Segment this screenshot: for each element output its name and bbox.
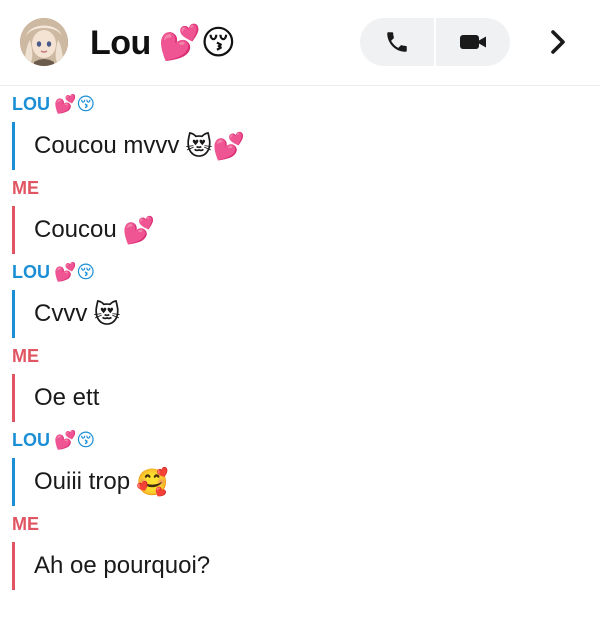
- contact-name[interactable]: Lou 💕😚: [90, 19, 236, 67]
- sender-label: ME: [0, 512, 600, 536]
- message-group: ME Coucou 💕: [0, 176, 600, 254]
- message-text: Ouiii trop: [34, 468, 131, 495]
- video-call-button[interactable]: [434, 18, 510, 66]
- message-text: Coucou mvvv: [34, 132, 180, 159]
- message-emoji: 💕: [122, 215, 156, 245]
- message-list: LOU 💕😚 Coucou mvvv 😻💕 ME Coucou 💕 LOU 💕😚…: [0, 92, 600, 596]
- message-bubble[interactable]: Ah oe pourquoi?: [12, 542, 600, 590]
- sender-name: ME: [12, 346, 39, 366]
- message-emoji: 🥰: [136, 467, 169, 497]
- message-bubble[interactable]: Cvvv 😻: [12, 290, 600, 338]
- message-emoji: 😻💕: [185, 131, 245, 161]
- sender-emoji: 💕😚: [54, 430, 96, 450]
- video-camera-icon: [460, 35, 486, 49]
- contact-name-text: Lou: [90, 23, 151, 62]
- chat-header: Lou 💕😚: [0, 0, 600, 86]
- message-group: LOU 💕😚 Coucou mvvv 😻💕: [0, 92, 600, 170]
- avatar[interactable]: [20, 18, 68, 66]
- message-group: LOU 💕😚 Ouiii trop 🥰: [0, 428, 600, 506]
- message-group: LOU 💕😚 Cvvv 😻: [0, 260, 600, 338]
- message-text: Coucou: [34, 216, 117, 243]
- sender-name: LOU: [12, 430, 50, 450]
- sender-label: ME: [0, 176, 600, 200]
- sender-emoji: 💕😚: [54, 262, 96, 282]
- phone-icon: [387, 32, 407, 52]
- message-bubble[interactable]: Coucou 💕: [12, 206, 600, 254]
- sender-label: ME: [0, 344, 600, 368]
- voice-call-button[interactable]: [360, 18, 434, 66]
- message-group: ME Ah oe pourquoi?: [0, 512, 600, 590]
- avatar-image: [20, 18, 68, 66]
- sender-name: ME: [12, 514, 39, 534]
- sender-name: LOU: [12, 94, 50, 114]
- message-text: Ah oe pourquoi?: [34, 552, 211, 579]
- sender-name: ME: [12, 178, 39, 198]
- sender-label: LOU 💕😚: [0, 428, 600, 452]
- message-group: ME Oe ett: [0, 344, 600, 422]
- message-emoji: 😻: [93, 299, 121, 329]
- contact-name-emoji: 💕😚: [158, 24, 236, 62]
- sender-label: LOU 💕😚: [0, 92, 600, 116]
- message-bubble[interactable]: Coucou mvvv 😻💕: [12, 122, 600, 170]
- sender-name: LOU: [12, 262, 50, 282]
- more-button[interactable]: [536, 20, 580, 64]
- message-bubble[interactable]: Oe ett: [12, 374, 600, 422]
- sender-label: LOU 💕😚: [0, 260, 600, 284]
- message-text: Oe ett: [34, 384, 100, 411]
- sender-emoji: 💕😚: [54, 94, 96, 114]
- call-button-group: [360, 18, 510, 66]
- message-bubble[interactable]: Ouiii trop 🥰: [12, 458, 600, 506]
- message-text: Cvvv: [34, 300, 88, 327]
- chevron-right-icon: [551, 30, 565, 54]
